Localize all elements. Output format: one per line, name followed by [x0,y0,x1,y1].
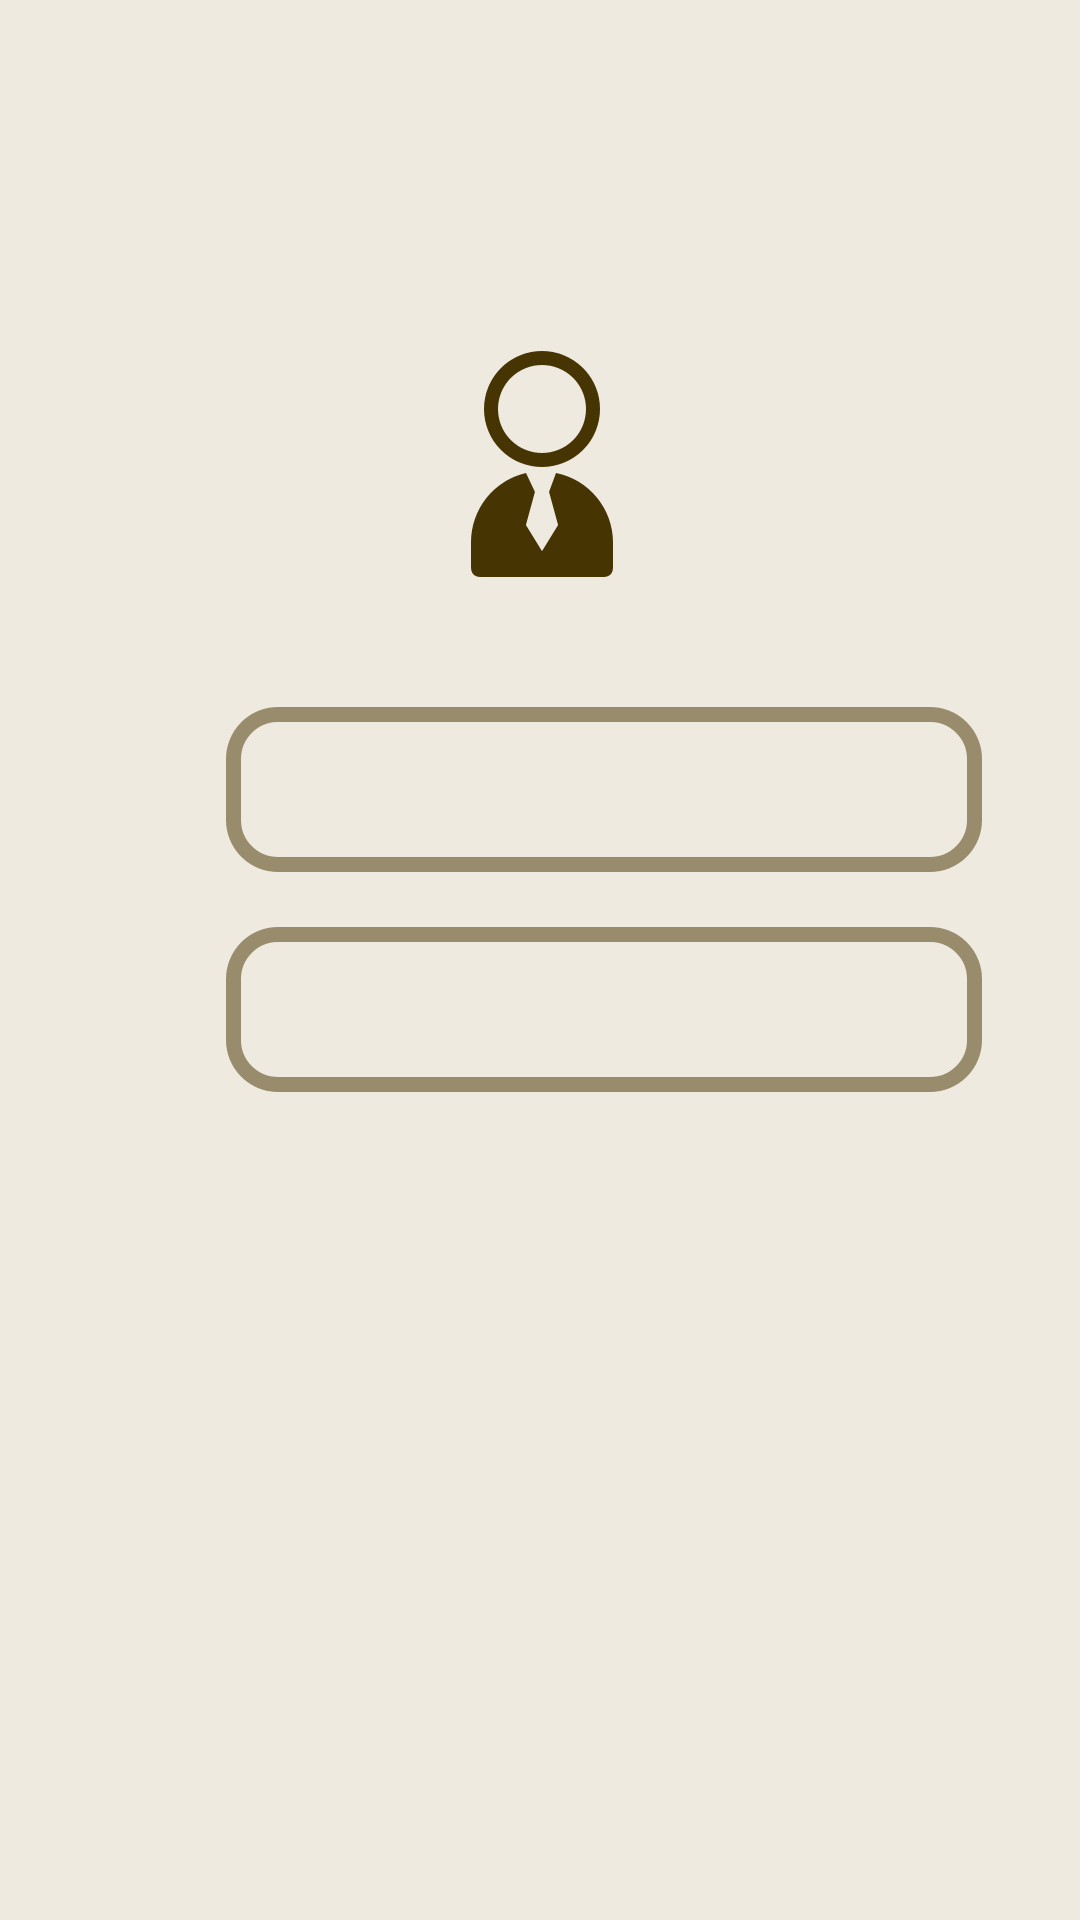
username-field[interactable] [226,707,982,872]
password-input[interactable] [241,942,967,1077]
username-input[interactable] [241,722,967,857]
user-avatar-icon [470,349,614,580]
password-field[interactable] [226,927,982,1092]
login-screen [0,0,1080,1920]
